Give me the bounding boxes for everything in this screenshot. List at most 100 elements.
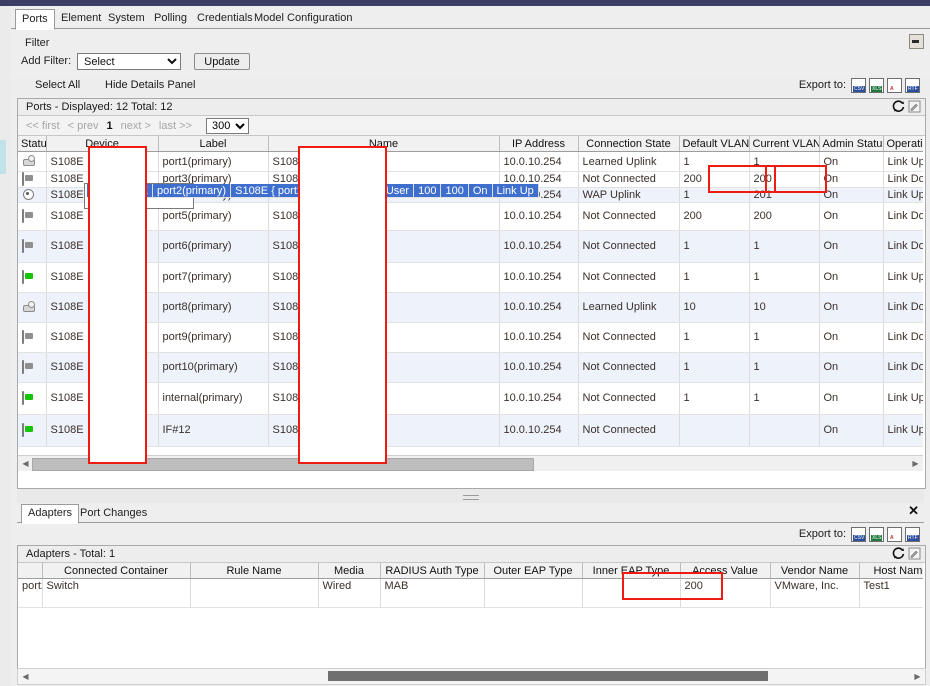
details-xls-icon[interactable]: XLS (869, 527, 884, 542)
column-header-label[interactable]: Label (158, 136, 268, 152)
adapters-column-header-rule-name[interactable]: Rule Name (190, 563, 318, 579)
cell-status (18, 382, 46, 414)
details-csv-icon[interactable]: CSV (851, 527, 866, 542)
close-icon[interactable]: ✕ (908, 504, 919, 517)
cell-connection-state: Not Connected (578, 322, 679, 352)
table-row[interactable]: S108Eport7(primary)S108E { port7 }10.0.1… (18, 262, 923, 292)
adapters-column-header-host-name[interactable]: Host Name (859, 563, 923, 579)
tab-model-configuration[interactable]: Model Configuration (248, 10, 358, 27)
port-icon (22, 240, 37, 253)
port-icon (22, 331, 37, 344)
details-export-to-label: Export to: (799, 528, 846, 540)
pager-next[interactable]: next > (121, 120, 151, 132)
add-filter-select[interactable]: Select (77, 53, 181, 70)
cell-admin-status: On (819, 292, 883, 322)
port-up-icon (22, 271, 37, 284)
adapters-column-header-container[interactable]: Connected Container (42, 563, 190, 579)
csv-icon[interactable]: CSV (851, 78, 866, 93)
tab-polling[interactable]: Polling (148, 10, 193, 27)
cell-label: port10(primary) (158, 352, 268, 382)
tab-system[interactable]: System (102, 10, 151, 27)
adapter-cell-container: Switch (42, 579, 190, 608)
details-tab-bar: Adapters Port Changes ✕ (17, 503, 924, 523)
table-row[interactable]: S108Eport6(primary)S108E { port6 }10.0.1… (18, 230, 923, 262)
adapters-table-scroll[interactable]: Connected Container Rule Name Media RADI… (18, 563, 923, 671)
cell-connection-state: Not Connected (578, 172, 679, 187)
details-scroll-right-arrow-icon[interactable]: ▶ (913, 672, 922, 681)
details-pdf-icon[interactable]: A (887, 527, 902, 542)
pager-first[interactable]: << first (26, 120, 60, 132)
cell-status (18, 262, 46, 292)
adapters-refresh-icon[interactable] (892, 547, 905, 560)
pager-prev[interactable]: < prev (68, 120, 99, 132)
select-all-link[interactable]: Select All (35, 79, 80, 91)
rtf-icon[interactable]: RTF (905, 78, 920, 93)
adapter-row[interactable]: port2SwitchWiredMAB200VMware, Inc.Test1W… (18, 579, 923, 608)
main-tab-bar: Ports Element System Polling Credentials… (11, 8, 930, 29)
cell-current-vlan: 1 (749, 352, 819, 382)
rail-grip-handle[interactable] (0, 140, 6, 174)
adapters-column-header-media[interactable]: Media (318, 563, 380, 579)
cell-operational-status: Link Down (883, 322, 923, 352)
cell-operational-status: Link Down (883, 352, 923, 382)
update-button[interactable]: Update (194, 53, 250, 70)
column-header-operational-status[interactable]: Operational Status (883, 136, 923, 152)
table-row[interactable]: S108Einternal(primary)S108E al { interna… (18, 382, 923, 414)
table-row[interactable]: S108Eport9(primary)S108E { port9 }10.0.1… (18, 322, 923, 352)
edit-pencil-icon[interactable] (908, 100, 921, 113)
details-horizontal-scrollbar[interactable]: ◀ ▶ (17, 668, 926, 685)
adapters-column-header-outer-eap[interactable]: Outer EAP Type (484, 563, 582, 579)
collapse-panel-button[interactable] (909, 34, 924, 49)
table-row[interactable]: S108EIF#12S108E al { internal }10.0.10.2… (18, 414, 923, 446)
ports-pager: << first < prev 1 next > last >> 300 (18, 116, 925, 136)
details-scroll-thumb[interactable] (328, 671, 768, 681)
column-header-default-vlan[interactable]: Default VLAN (679, 136, 749, 152)
hide-details-panel-link[interactable]: Hide Details Panel (105, 79, 196, 91)
tab-port-changes[interactable]: Port Changes (74, 505, 153, 521)
adapters-column-header-radius-auth[interactable]: RADIUS Auth Type (380, 563, 484, 579)
cell-operational-status: Link Up (883, 187, 923, 202)
cell-current-vlan: 100 (441, 184, 468, 198)
scroll-right-arrow-icon[interactable]: ▶ (911, 459, 920, 468)
adapter-cell-outer-eap (484, 579, 582, 608)
tab-adapters[interactable]: Adapters (21, 504, 79, 524)
column-header-admin-status[interactable]: Admin Status (819, 136, 883, 152)
adapters-edit-pencil-icon[interactable] (908, 547, 921, 560)
tab-ports[interactable]: Ports (15, 9, 55, 30)
pdf-icon[interactable]: A (887, 78, 902, 93)
cell-ip-address: 10.0.10.254 (499, 292, 578, 322)
cell-label: port1(primary) (158, 152, 268, 172)
device-column-redaction (88, 146, 147, 464)
cell-status (18, 172, 46, 187)
ports-grid-title-bar: Ports - Displayed: 12 Total: 12 (18, 99, 925, 116)
cell-default-vlan: 1 (679, 322, 749, 352)
table-row[interactable]: S108Eport10(primary)S108E } { port10 }10… (18, 352, 923, 382)
xls-icon[interactable]: XLS (869, 78, 884, 93)
details-rtf-icon[interactable]: RTF (905, 527, 920, 542)
refresh-icon[interactable] (892, 100, 905, 113)
cell-current-vlan: 1 (749, 322, 819, 352)
table-row[interactable]: S108Eport8(primary)S108E { port8 }10.0.1… (18, 292, 923, 322)
cell-current-vlan: 1 (749, 262, 819, 292)
ports-horizontal-scrollbar[interactable]: ◀ ▶ (18, 455, 923, 471)
column-header-connection-state[interactable]: Connection State (578, 136, 679, 152)
tab-element[interactable]: Element (55, 10, 107, 27)
column-header-status[interactable]: Status (18, 136, 46, 152)
column-header-current-vlan[interactable]: Current VLAN (749, 136, 819, 152)
cell-ip-address: 10.0.10.254 (499, 262, 578, 292)
cell-default-vlan: 10 (679, 292, 749, 322)
cell-default-vlan: 100 (414, 184, 441, 198)
adapter-cell-host-name: Test1 (859, 579, 923, 608)
cell-default-vlan: 1 (679, 382, 749, 414)
page-size-select[interactable]: 300 (206, 118, 249, 134)
details-scroll-left-arrow-icon[interactable]: ◀ (21, 672, 30, 681)
scroll-left-arrow-icon[interactable]: ◀ (21, 459, 30, 468)
adapters-grid-title-bar: Adapters - Total: 1 (18, 546, 925, 563)
cell-label: port9(primary) (158, 322, 268, 352)
adapters-column-header-vendor-name[interactable]: Vendor Name (770, 563, 859, 579)
adapter-cell-vendor-name: VMware, Inc. (770, 579, 859, 608)
pager-last[interactable]: last >> (159, 120, 192, 132)
export-to-label: Export to: (799, 79, 846, 91)
access-value-highlight (622, 572, 723, 600)
column-header-ip-address[interactable]: IP Address (499, 136, 578, 152)
